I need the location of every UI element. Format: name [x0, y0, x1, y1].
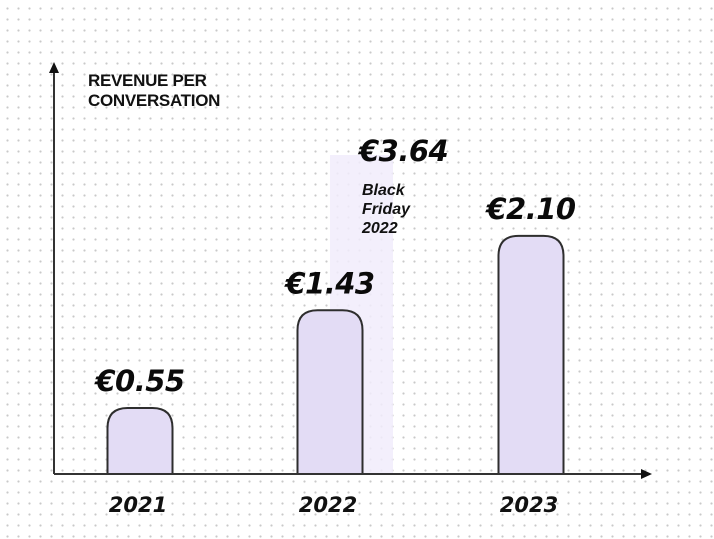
annotation-line-2: Friday: [362, 201, 411, 218]
annotation-line-3: 2022: [361, 220, 398, 237]
x-tick-labels-group: 2021 2022 2023: [109, 493, 558, 517]
y-axis-arrow-icon: [49, 62, 59, 73]
y-axis-label: REVENUE PER CONVERSATION: [88, 71, 220, 110]
x-tick-label-2023: 2023: [500, 493, 558, 517]
x-tick-label-2022: 2022: [299, 493, 357, 517]
annotation-line-1: Black: [362, 182, 406, 199]
bar-2023: [498, 235, 564, 474]
y-axis-label-line-1: REVENUE PER: [88, 71, 207, 90]
highlight-annotation: Black Friday 2022: [361, 182, 414, 237]
value-label-2021: €0.55: [93, 364, 184, 398]
value-label-2022: €1.43: [283, 266, 374, 300]
bar-2022: [297, 310, 363, 474]
value-label-2023: €2.10: [484, 192, 576, 226]
x-tick-label-2021: 2021: [109, 493, 167, 517]
highlight-value-label: €3.64: [357, 134, 448, 168]
bar-2021: [107, 407, 173, 474]
bar-chart: REVENUE PER CONVERSATION €3.64 Black Fri…: [49, 62, 652, 517]
x-axis-arrow-icon: [641, 469, 652, 479]
y-axis-label-line-2: CONVERSATION: [88, 91, 220, 110]
